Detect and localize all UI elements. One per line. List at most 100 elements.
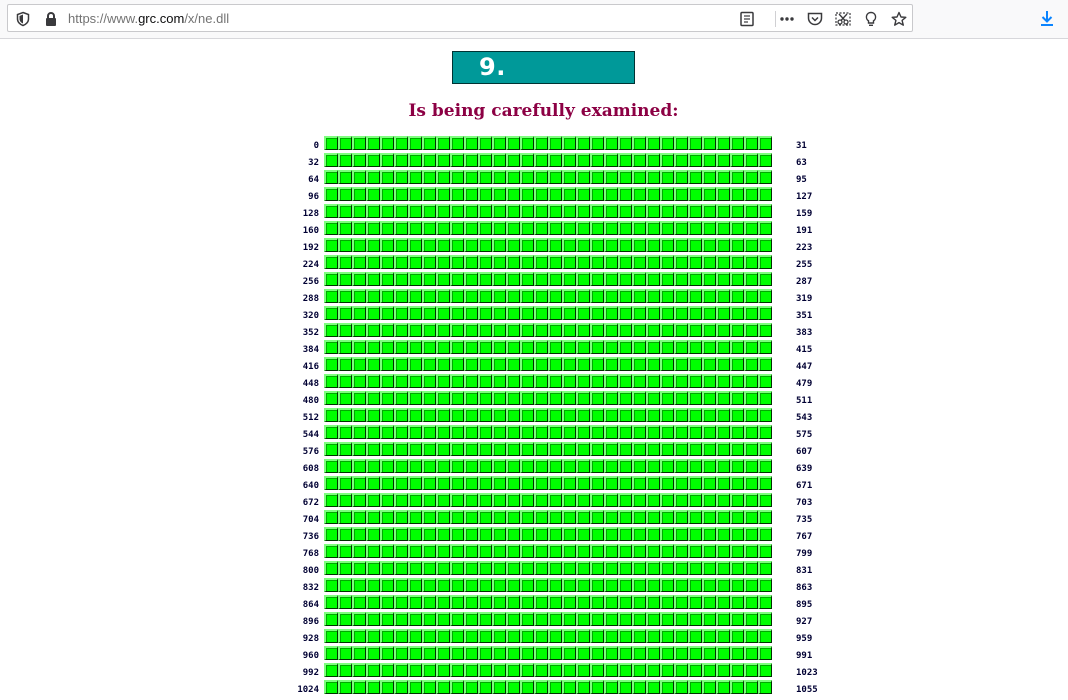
port-cell — [730, 578, 744, 592]
port-cell — [730, 663, 744, 677]
port-cell — [730, 493, 744, 507]
port-cell — [632, 272, 646, 286]
port-cell — [324, 357, 338, 371]
port-cell — [576, 272, 590, 286]
port-cell — [492, 306, 506, 320]
row-start-label: 224 — [302, 260, 319, 270]
port-cell — [646, 612, 660, 626]
port-cell — [548, 595, 562, 609]
port-cell — [674, 170, 688, 184]
port-cell — [492, 459, 506, 473]
row-cells — [324, 578, 774, 593]
port-cell — [674, 527, 688, 541]
port-cell — [324, 272, 338, 286]
port-cell — [688, 578, 702, 592]
port-cell — [618, 340, 632, 354]
progress-banner: 9. — [452, 51, 635, 84]
row-end-label: 31 — [796, 141, 807, 151]
port-cell — [478, 323, 492, 337]
port-cell — [534, 493, 548, 507]
port-cell — [478, 510, 492, 524]
port-cell — [408, 578, 422, 592]
more-actions-icon[interactable] — [778, 11, 796, 27]
port-cell — [604, 680, 618, 694]
port-cell — [366, 442, 380, 456]
port-cell — [758, 442, 772, 456]
port-cell — [506, 374, 520, 388]
url-bar[interactable]: https://www.grc.com/x/ne.dll — [7, 4, 913, 32]
reader-view-icon[interactable] — [738, 11, 756, 27]
port-cell — [548, 170, 562, 184]
shield-icon[interactable] — [15, 11, 31, 27]
port-cell — [702, 153, 716, 167]
port-cell — [408, 561, 422, 575]
port-cell — [730, 527, 744, 541]
port-cell — [716, 323, 730, 337]
port-cell — [562, 357, 576, 371]
port-cell — [520, 629, 534, 643]
port-cell — [576, 595, 590, 609]
port-cell — [506, 357, 520, 371]
port-cell — [632, 646, 646, 660]
row-cells — [324, 221, 774, 236]
row-cells — [324, 476, 774, 491]
port-cell — [506, 408, 520, 422]
port-cell — [422, 646, 436, 660]
row-cells — [324, 323, 774, 338]
port-cell — [520, 459, 534, 473]
port-cell — [492, 323, 506, 337]
port-cell — [408, 170, 422, 184]
port-cell — [520, 544, 534, 558]
port-cell — [338, 340, 352, 354]
port-cell — [646, 391, 660, 405]
port-cell — [758, 663, 772, 677]
port-cell — [660, 425, 674, 439]
port-cell — [436, 544, 450, 558]
port-cell — [604, 646, 618, 660]
port-cell — [716, 442, 730, 456]
download-icon[interactable] — [1038, 9, 1056, 27]
port-cell — [618, 663, 632, 677]
port-cell — [702, 527, 716, 541]
port-cell — [688, 289, 702, 303]
bookmark-star-icon[interactable] — [890, 11, 908, 27]
pocket-icon[interactable] — [806, 11, 824, 27]
port-cell — [618, 238, 632, 252]
row-start-label: 32 — [308, 158, 319, 168]
port-cell — [562, 680, 576, 694]
port-cell — [716, 204, 730, 218]
port-cell — [632, 561, 646, 575]
tips-icon[interactable] — [862, 11, 880, 27]
row-start-label: 576 — [302, 447, 319, 457]
row-end-label: 415 — [796, 345, 813, 355]
row-end-label: 1023 — [796, 668, 818, 678]
port-cell — [324, 476, 338, 490]
port-cell — [436, 629, 450, 643]
port-cell — [464, 221, 478, 235]
url-text[interactable]: https://www.grc.com/x/ne.dll — [68, 11, 229, 26]
port-cell — [464, 340, 478, 354]
port-cell — [590, 391, 604, 405]
port-cell — [450, 153, 464, 167]
port-cell — [562, 323, 576, 337]
port-cell — [422, 306, 436, 320]
port-cell — [618, 306, 632, 320]
port-cell — [576, 425, 590, 439]
port-cell — [604, 255, 618, 269]
port-cell — [422, 544, 436, 558]
port-cell — [492, 187, 506, 201]
port-cell — [436, 680, 450, 694]
port-cell — [436, 561, 450, 575]
port-cell — [758, 612, 772, 626]
port-cell — [422, 187, 436, 201]
port-cell — [352, 595, 366, 609]
lock-icon[interactable] — [43, 11, 59, 27]
port-cell — [646, 289, 660, 303]
port-cell — [408, 663, 422, 677]
port-cell — [534, 204, 548, 218]
port-cell — [408, 442, 422, 456]
port-cell — [450, 442, 464, 456]
port-cell — [576, 646, 590, 660]
port-cell — [380, 561, 394, 575]
screenshot-icon[interactable] — [834, 11, 852, 27]
